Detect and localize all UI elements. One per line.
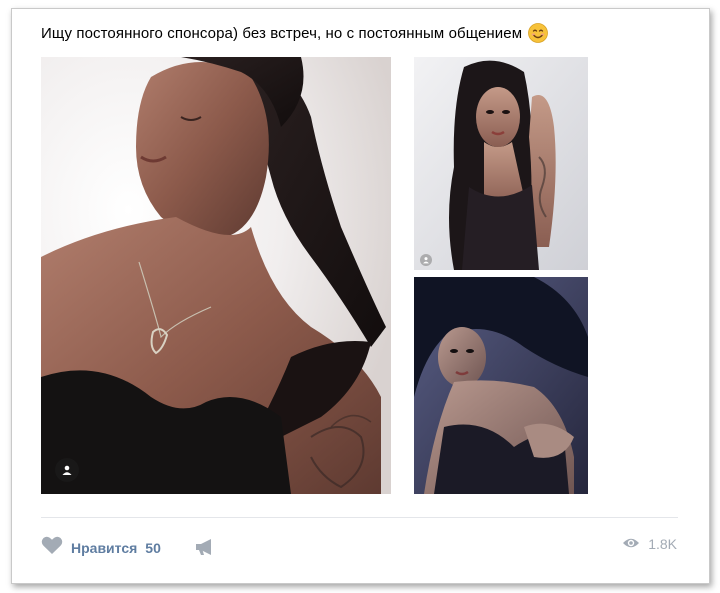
megaphone-icon [195, 539, 215, 559]
share-button[interactable] [195, 539, 215, 560]
smiling-face-icon [528, 23, 549, 43]
like-button[interactable]: Нравится 50 [41, 536, 161, 560]
like-count: 50 [145, 540, 161, 556]
photo-bottom[interactable] [414, 277, 588, 494]
divider [41, 517, 678, 518]
views-counter: 1.8K [622, 536, 677, 552]
user-icon[interactable] [420, 254, 432, 266]
user-icon[interactable] [55, 458, 79, 482]
post-text-content: Ищу постоянного спонсора) без встреч, но… [41, 24, 523, 42]
views-count: 1.8K [648, 536, 677, 552]
heart-icon [41, 536, 63, 560]
like-label: Нравится [71, 540, 138, 556]
post-text: Ищу постоянного спонсора) без встреч, но… [41, 23, 549, 43]
photo-main[interactable] [41, 57, 391, 494]
post-card: Ищу постоянного спонсора) без встреч, но… [11, 8, 710, 584]
eye-icon [622, 536, 640, 552]
photo-top[interactable] [414, 57, 588, 270]
